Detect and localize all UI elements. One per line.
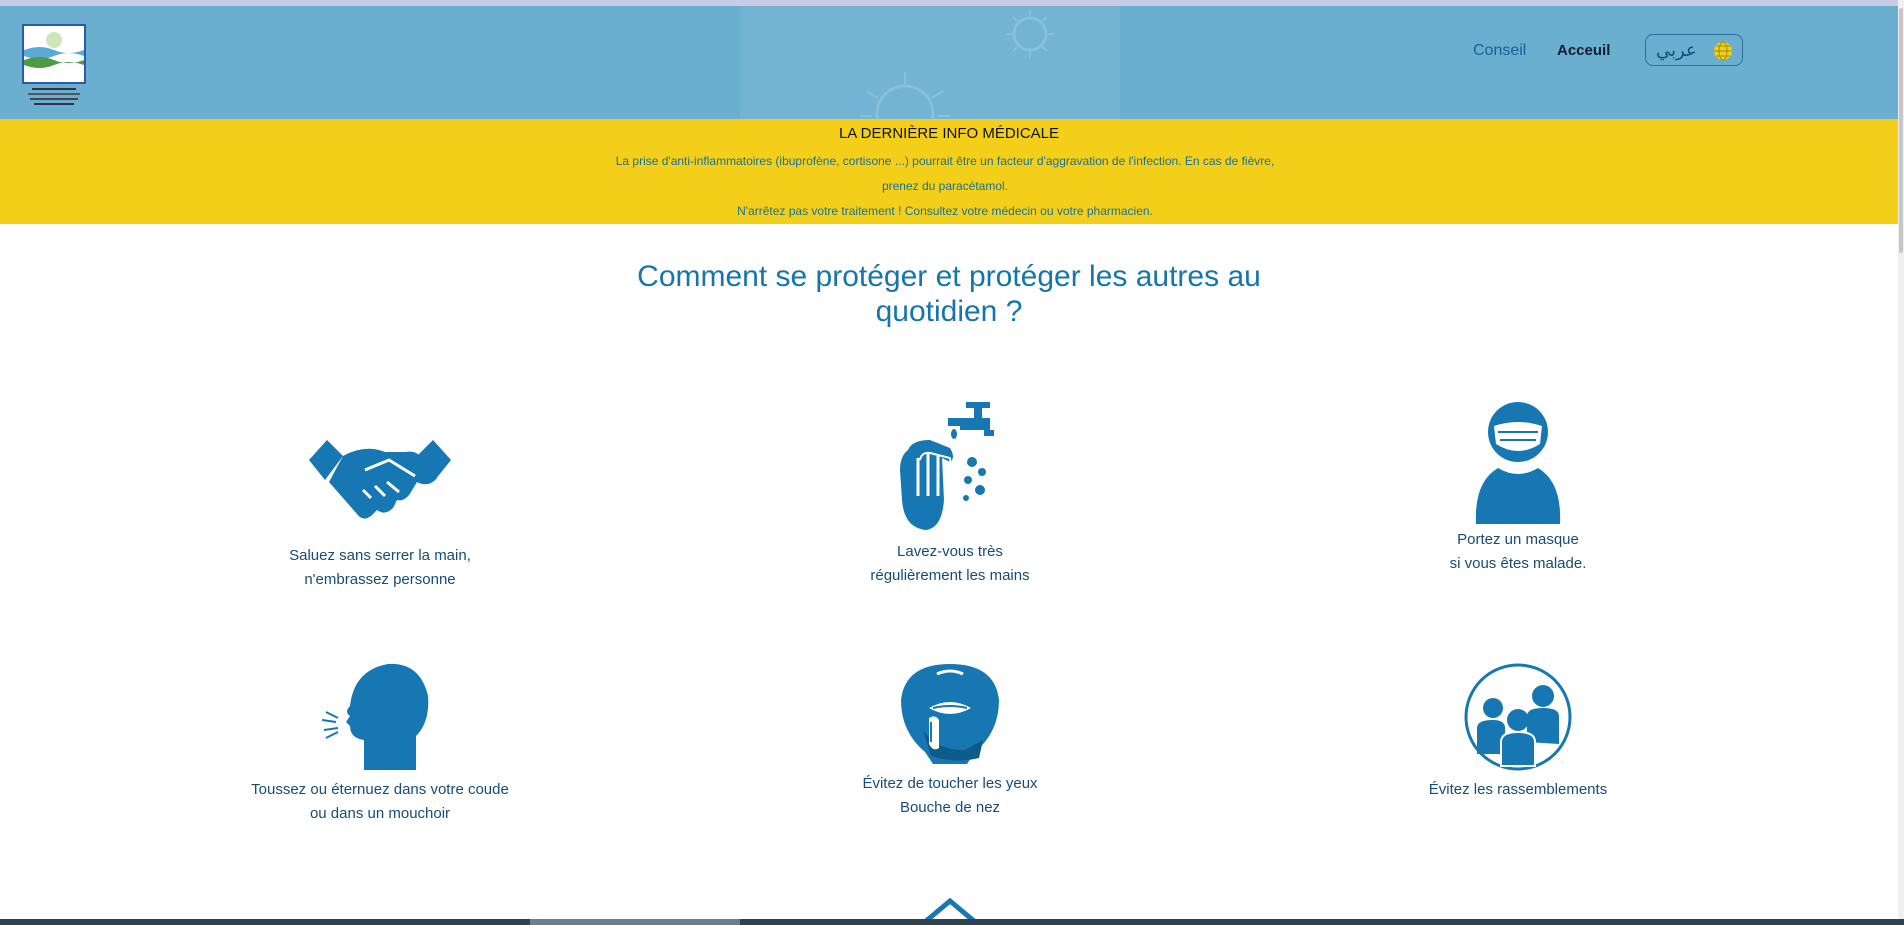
tip-caption-line-2: ou dans un mouchoir xyxy=(309,805,451,822)
cough-icon xyxy=(321,663,429,770)
info-banner-line-1: La prise d'anti-inflammatoires (ibuprofè… xyxy=(615,154,1275,193)
ministry-logo-graphic xyxy=(22,24,86,105)
info-banner-title: LA DERNIÈRE INFO MÉDICALE xyxy=(838,125,1060,142)
tip-card-handwashing: Lavez-vous très régulièrement les mains xyxy=(780,400,1120,584)
nav-link-conseil[interactable]: Conseil xyxy=(1473,42,1526,60)
tip-caption-line-2: Bouche de nez xyxy=(899,799,1001,816)
nav-link-accueil[interactable]: Acceuil xyxy=(1557,42,1610,59)
tip-card-handshake: Saluez sans serrer la main, n'embrassez … xyxy=(210,430,550,588)
tip-caption-line-2: n'embrassez personne xyxy=(304,571,456,588)
globe-icon xyxy=(1714,41,1732,61)
mask-person-icon xyxy=(1475,402,1561,524)
group-icon xyxy=(1464,663,1572,771)
no-touch-face-icon xyxy=(901,664,999,764)
tip-caption-line-1: Lavez-vous très xyxy=(897,543,1003,560)
info-banner-line-2: N'arrêtez pas votre traitement ! Consult… xyxy=(737,204,1153,218)
site-header: Conseil Acceuil عربي xyxy=(0,6,1898,119)
tip-card-group: Évitez les rassemblements xyxy=(1348,662,1688,798)
tip-caption-handshake: Saluez sans serrer la main, n'embrassez … xyxy=(210,544,550,592)
tip-card-mask: Portez un masque si vous êtes malade. xyxy=(1348,400,1688,572)
page-title-line-1: Comment se protéger et protéger les autr… xyxy=(637,260,1261,293)
scroll-top-chevron-icon[interactable] xyxy=(922,897,978,921)
tip-caption-line-2: régulièrement les mains xyxy=(870,567,1030,584)
tip-caption-handwashing: Lavez-vous très régulièrement les mains xyxy=(780,540,1120,588)
medical-info-banner: LA DERNIÈRE INFO MÉDICALE La prise d'ant… xyxy=(0,119,1898,224)
language-switch-button[interactable]: عربي xyxy=(1645,34,1743,66)
page-title-line-2: quotidien ? xyxy=(875,295,1023,328)
info-banner-text: La prise d'anti-inflammatoires (ibuprofè… xyxy=(610,149,1280,224)
tip-caption-line-1: Saluez sans serrer la main, xyxy=(289,547,471,564)
page-scrollbar-thumb[interactable] xyxy=(1899,8,1903,253)
page-title: Comment se protéger et protéger les autr… xyxy=(560,259,1338,329)
tip-caption-line-1: Toussez ou éternuez dans votre coude xyxy=(251,781,509,798)
tip-card-cough: Toussez ou éternuez dans votre coude ou … xyxy=(210,660,550,822)
ministry-logo[interactable] xyxy=(20,22,88,114)
hand-washing-icon xyxy=(900,402,994,531)
tip-caption-cough: Toussez ou éternuez dans votre coude ou … xyxy=(210,778,550,826)
tip-caption-line-1: Évitez les rassemblements xyxy=(1428,781,1608,798)
tip-caption-mask: Portez un masque si vous êtes malade. xyxy=(1348,528,1688,576)
language-label: عربي xyxy=(1656,40,1697,61)
tip-caption-line-1: Portez un masque xyxy=(1457,531,1579,548)
tip-caption-line-2: si vous êtes malade. xyxy=(1449,555,1587,572)
virus-background-decoration xyxy=(740,6,1120,119)
tip-caption-no-touch-face: Évitez de toucher les yeux Bouche de nez xyxy=(780,772,1120,820)
bottom-taskbar-strip xyxy=(0,919,1904,925)
tip-caption-group: Évitez les rassemblements xyxy=(1348,778,1688,802)
handshake-icon xyxy=(309,440,451,519)
bottom-taskbar-highlight xyxy=(530,919,740,925)
tip-caption-line-1: Évitez de toucher les yeux xyxy=(862,775,1038,792)
tip-card-no-touch-face: Évitez de toucher les yeux Bouche de nez xyxy=(780,660,1120,816)
